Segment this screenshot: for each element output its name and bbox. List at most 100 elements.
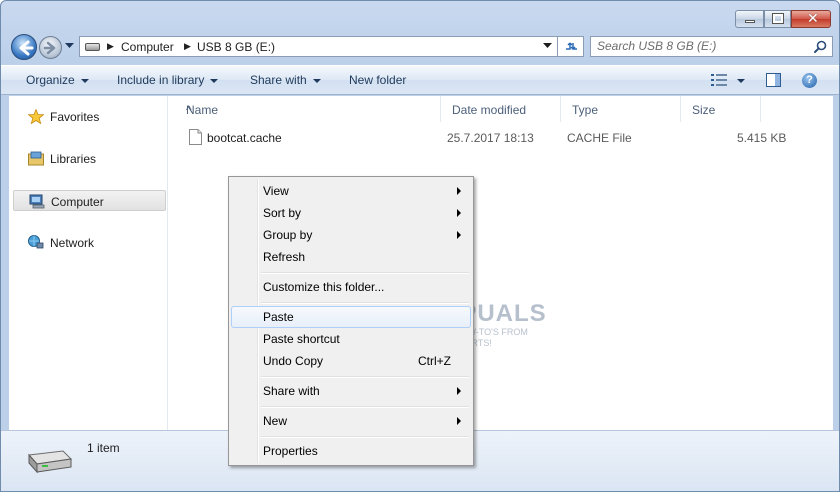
column-header-size[interactable]: Size (681, 96, 761, 122)
menu-separator (261, 406, 469, 408)
menu-separator (261, 376, 469, 378)
menu-item-label: View (263, 184, 289, 198)
breadcrumb-chevron-icon[interactable]: ▶ (184, 41, 191, 52)
close-icon: ✕ (807, 11, 819, 27)
column-header-date-modified[interactable]: Date modified (441, 96, 561, 122)
forward-button[interactable] (39, 36, 62, 59)
nav-item-label: Favorites (50, 110, 100, 124)
submenu-arrow-icon (457, 187, 461, 195)
close-button[interactable]: ✕ (791, 10, 831, 28)
menu-item-undo-copy[interactable]: Undo Copy Ctrl+Z (231, 350, 471, 372)
file-icon (189, 129, 202, 145)
pane-splitter[interactable] (167, 96, 175, 430)
minimize-icon (745, 20, 755, 23)
network-icon (28, 235, 44, 249)
share-with-button[interactable]: Share with (250, 73, 321, 87)
menu-item-share-with[interactable]: Share with (231, 380, 471, 402)
column-header-label: Size (692, 103, 716, 117)
recent-pages-chevron-down-icon[interactable] (65, 43, 74, 49)
usb-drive-icon (85, 43, 100, 51)
menu-item-paste[interactable]: Paste (231, 306, 471, 328)
nav-item-network[interactable]: Network (13, 232, 166, 253)
menu-item-customize-this-folder[interactable]: Customize this folder... (231, 276, 471, 298)
file-row[interactable]: bootcat.cache 25.7.2017 18:13 CACHE File… (183, 128, 803, 148)
change-view-icon[interactable] (711, 74, 727, 86)
usb-drive-icon (27, 450, 73, 474)
menu-separator (261, 436, 469, 438)
new-folder-button[interactable]: New folder (349, 73, 406, 87)
maximize-button[interactable] (764, 10, 791, 28)
chevron-down-icon (312, 78, 321, 83)
breadcrumb-computer[interactable]: Computer (121, 40, 174, 54)
item-count: 1 item (87, 441, 120, 455)
computer-icon (29, 194, 45, 209)
menu-item-label: Refresh (263, 250, 306, 264)
column-header-label: Type (572, 103, 599, 117)
views-chevron-down-icon[interactable] (737, 79, 745, 83)
menu-item-label: New (263, 414, 288, 428)
column-header-label: Date modified (452, 103, 527, 117)
menu-item-label: Undo Copy (263, 354, 324, 368)
menu-item-properties[interactable]: Properties (231, 440, 471, 462)
chevron-down-icon (210, 78, 219, 83)
menu-item-refresh[interactable]: Refresh (231, 246, 471, 268)
refresh-button[interactable] (557, 36, 584, 57)
context-menu: View Sort by Group by Refresh Customize … (228, 176, 474, 466)
menu-item-label: Paste (263, 310, 294, 324)
minimize-button[interactable] (735, 10, 764, 28)
menu-item-label: Customize this folder... (263, 280, 385, 294)
preview-pane-icon[interactable] (766, 73, 781, 87)
chevron-down-icon (80, 78, 89, 83)
maximize-icon (772, 13, 784, 24)
star-icon (28, 109, 44, 124)
nav-item-libraries[interactable]: Libraries (13, 148, 166, 169)
menu-separator (261, 272, 469, 274)
nav-item-label: Computer (51, 195, 104, 209)
breadcrumb-chevron-icon[interactable]: ▶ (107, 41, 114, 52)
address-bar[interactable]: ▶ Computer ▶ USB 8 GB (E:) (79, 36, 582, 57)
breadcrumb-usb-drive[interactable]: USB 8 GB (E:) (197, 40, 275, 54)
column-header-name[interactable]: Name ^ (175, 96, 441, 122)
organize-label: Organize (26, 73, 75, 87)
sort-ascending-icon: ^ (186, 103, 192, 117)
submenu-arrow-icon (457, 209, 461, 217)
search-input[interactable] (597, 39, 807, 53)
menu-item-sort-by[interactable]: Sort by (231, 202, 471, 224)
file-type: CACHE File (567, 131, 632, 145)
menu-item-group-by[interactable]: Group by (231, 224, 471, 246)
include-in-library-button[interactable]: Include in library (117, 73, 219, 87)
include-in-library-label: Include in library (117, 73, 205, 87)
forward-arrow-icon (43, 41, 56, 55)
menu-item-label: Paste shortcut (263, 332, 340, 346)
column-header-type[interactable]: Type (561, 96, 681, 122)
file-date-modified: 25.7.2017 18:13 (447, 131, 534, 145)
share-with-label: Share with (250, 73, 307, 87)
menu-item-shortcut: Ctrl+Z (418, 354, 451, 368)
help-icon[interactable]: ? (802, 73, 817, 88)
file-size: 5.415 KB (737, 131, 787, 145)
menu-item-view[interactable]: View (231, 180, 471, 202)
navigation-pane: Favorites Libraries Computer Network (9, 96, 167, 430)
file-name[interactable]: bootcat.cache (207, 131, 282, 145)
nav-item-label: Libraries (50, 152, 97, 166)
nav-item-label: Network (50, 236, 95, 250)
command-bar: Organize Include in library Share with N… (1, 65, 839, 95)
menu-item-paste-shortcut[interactable]: Paste shortcut (231, 328, 471, 350)
organize-menu-button[interactable]: Organize (26, 73, 89, 87)
refresh-icon (566, 42, 577, 50)
back-arrow-icon (19, 40, 34, 56)
search-icon[interactable] (814, 40, 827, 53)
menu-item-label: Group by (263, 228, 313, 242)
search-box[interactable] (590, 36, 833, 57)
menu-item-label: Properties (263, 444, 318, 458)
nav-item-favorites[interactable]: Favorites (13, 106, 166, 127)
menu-item-label: Share with (263, 384, 320, 398)
menu-item-new[interactable]: New (231, 410, 471, 432)
back-button[interactable] (11, 34, 37, 60)
menu-item-label: Sort by (263, 206, 302, 220)
libraries-icon (28, 151, 44, 166)
submenu-arrow-icon (457, 417, 461, 425)
address-dropdown-icon[interactable] (543, 43, 552, 49)
submenu-arrow-icon (457, 231, 461, 239)
nav-item-computer[interactable]: Computer (13, 190, 166, 211)
